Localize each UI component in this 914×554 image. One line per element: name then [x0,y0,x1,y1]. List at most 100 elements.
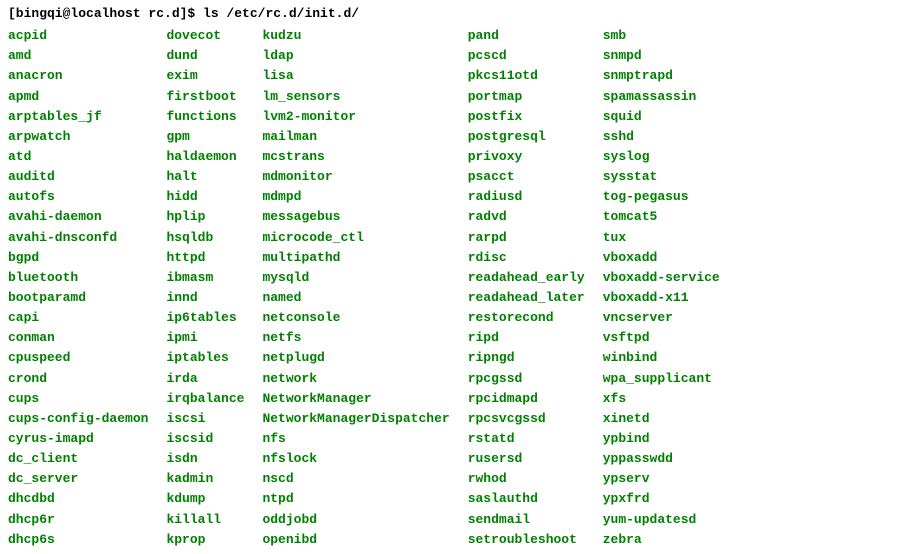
directory-listing: acpidamdanacronapmdarptables_jfarpwatcha… [8,26,906,550]
listing-entry: setroubleshoot [468,530,585,550]
listing-entry: radiusd [468,187,585,207]
listing-entry: mdmonitor [262,167,449,187]
listing-entry: spamassassin [603,87,720,107]
listing-entry: mailman [262,127,449,147]
listing-entry: portmap [468,87,585,107]
listing-entry: iptables [166,348,244,368]
listing-entry: lm_sensors [262,87,449,107]
listing-entry: crond [8,369,148,389]
listing-column-3: pandpcscdpkcs11otdportmappostfixpostgres… [468,26,585,550]
listing-entry: apmd [8,87,148,107]
listing-entry: bluetooth [8,268,148,288]
listing-entry: netfs [262,328,449,348]
listing-entry: rpcidmapd [468,389,585,409]
listing-entry: avahi-dnsconfd [8,228,148,248]
listing-entry: innd [166,288,244,308]
listing-entry: named [262,288,449,308]
listing-entry: ripngd [468,348,585,368]
listing-entry: pkcs11otd [468,66,585,86]
listing-entry: wpa_supplicant [603,369,720,389]
listing-entry: vboxadd-x11 [603,288,720,308]
listing-column-4: smbsnmpdsnmptrapdspamassassinsquidsshdsy… [603,26,720,550]
listing-entry: iscsi [166,409,244,429]
listing-entry: dc_client [8,449,148,469]
listing-entry: lvm2-monitor [262,107,449,127]
listing-entry: iscsid [166,429,244,449]
listing-entry: openibd [262,530,449,550]
listing-entry: tog-pegasus [603,187,720,207]
listing-entry: exim [166,66,244,86]
listing-entry: ip6tables [166,308,244,328]
listing-entry: ypbind [603,429,720,449]
listing-entry: avahi-daemon [8,207,148,227]
listing-entry: sshd [603,127,720,147]
listing-entry: netplugd [262,348,449,368]
listing-entry: squid [603,107,720,127]
listing-entry: gpm [166,127,244,147]
listing-entry: cups-config-daemon [8,409,148,429]
listing-entry: yum-updatesd [603,510,720,530]
listing-entry: killall [166,510,244,530]
listing-entry: winbind [603,348,720,368]
listing-entry: dhcdbd [8,489,148,509]
listing-entry: dhcp6r [8,510,148,530]
listing-entry: pcscd [468,46,585,66]
listing-entry: ldap [262,46,449,66]
listing-entry: cups [8,389,148,409]
listing-entry: httpd [166,248,244,268]
listing-entry: irda [166,369,244,389]
listing-entry: snmpd [603,46,720,66]
shell-prompt: [bingqi@localhost rc.d]$ ls /etc/rc.d/in… [8,4,906,24]
listing-entry: hsqldb [166,228,244,248]
listing-entry: rwhod [468,469,585,489]
listing-entry: lisa [262,66,449,86]
listing-entry: ypxfrd [603,489,720,509]
listing-entry: ibmasm [166,268,244,288]
listing-entry: network [262,369,449,389]
listing-entry: dhcp6s [8,530,148,550]
listing-entry: yppasswdd [603,449,720,469]
listing-entry: readahead_later [468,288,585,308]
listing-entry: cpuspeed [8,348,148,368]
listing-entry: mdmpd [262,187,449,207]
listing-entry: bootparamd [8,288,148,308]
listing-entry: postgresql [468,127,585,147]
listing-entry: kadmin [166,469,244,489]
listing-entry: ripd [468,328,585,348]
listing-entry: multipathd [262,248,449,268]
listing-entry: pand [468,26,585,46]
listing-entry: vboxadd [603,248,720,268]
listing-entry: rusersd [468,449,585,469]
listing-entry: irqbalance [166,389,244,409]
listing-entry: isdn [166,449,244,469]
listing-entry: privoxy [468,147,585,167]
listing-entry: rarpd [468,228,585,248]
listing-entry: nfslock [262,449,449,469]
listing-entry: sysstat [603,167,720,187]
listing-entry: acpid [8,26,148,46]
listing-entry: tomcat5 [603,207,720,227]
listing-entry: hidd [166,187,244,207]
listing-entry: anacron [8,66,148,86]
listing-entry: rdisc [468,248,585,268]
listing-entry: restorecond [468,308,585,328]
listing-entry: zebra [603,530,720,550]
listing-entry: nscd [262,469,449,489]
listing-entry: capi [8,308,148,328]
listing-entry: sendmail [468,510,585,530]
listing-entry: halt [166,167,244,187]
listing-entry: ntpd [262,489,449,509]
listing-entry: amd [8,46,148,66]
listing-entry: vncserver [603,308,720,328]
listing-entry: NetworkManager [262,389,449,409]
listing-entry: snmptrapd [603,66,720,86]
listing-entry: auditd [8,167,148,187]
listing-entry: mcstrans [262,147,449,167]
listing-entry: conman [8,328,148,348]
listing-entry: kudzu [262,26,449,46]
listing-entry: messagebus [262,207,449,227]
listing-entry: firstboot [166,87,244,107]
listing-entry: postfix [468,107,585,127]
listing-entry: microcode_ctl [262,228,449,248]
listing-column-0: acpidamdanacronapmdarptables_jfarpwatcha… [8,26,148,550]
